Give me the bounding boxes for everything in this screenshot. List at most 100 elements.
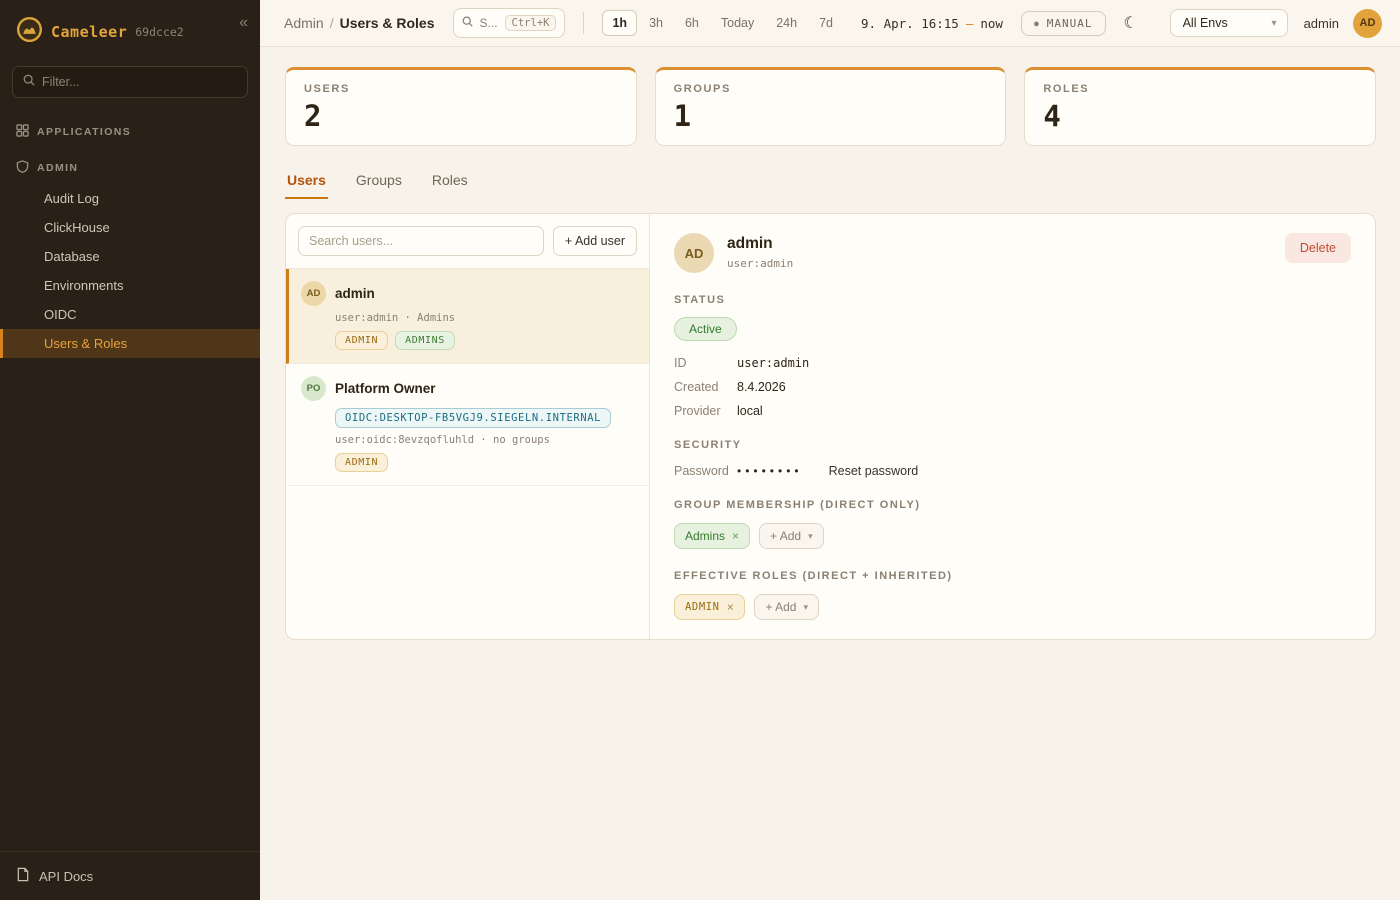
group-chips: Admins × + Add ▾ [674, 523, 1351, 549]
page-content: USERS 2 GROUPS 1 ROLES 4 Users Groups Ro… [260, 47, 1400, 640]
time-range-bar: 1h 3h 6h Today 24h 7d [602, 10, 843, 36]
section-label: ADMIN [37, 162, 78, 174]
detail-user-name: admin [727, 235, 793, 253]
role-badge: ADMIN [335, 331, 388, 350]
field-value-created: 8.4.2026 [737, 380, 1351, 394]
remove-icon[interactable]: × [727, 600, 735, 614]
range-6h[interactable]: 6h [675, 10, 709, 36]
moon-icon: ☾ [1124, 15, 1138, 32]
breadcrumb-current: Users & Roles [340, 15, 435, 31]
chevron-down-icon: ▾ [808, 531, 813, 542]
stat-value: 1 [674, 99, 988, 133]
oidc-issuer-badge: OIDC:DESKTOP-FB5VGJ9.SIEGELN.INTERNAL [335, 408, 611, 428]
range-3h[interactable]: 3h [639, 10, 673, 36]
search-icon [462, 14, 473, 32]
grid-icon [16, 124, 29, 140]
detail-user-id: user:admin [727, 257, 793, 270]
role-chip-admin: ADMIN × [674, 594, 745, 620]
user-name: Platform Owner [335, 381, 436, 396]
user-meta: user:admin · Admins [335, 312, 635, 324]
users-panel: + Add user AD admin user:admin · Admins … [285, 213, 1376, 640]
api-docs-link[interactable]: API Docs [0, 851, 260, 900]
breadcrumb: Admin / Users & Roles [284, 15, 435, 31]
stat-cards: USERS 2 GROUPS 1 ROLES 4 [285, 67, 1376, 146]
collapse-sidebar-icon[interactable]: « [239, 14, 248, 32]
sidebar-item-environments[interactable]: Environments [0, 271, 260, 300]
add-group-button[interactable]: + Add ▾ [759, 523, 824, 549]
global-search[interactable]: S... Ctrl+K [453, 8, 566, 38]
stat-label: GROUPS [674, 83, 988, 95]
breadcrumb-separator: / [330, 15, 334, 31]
stat-value: 4 [1043, 99, 1357, 133]
detail-header: AD admin user:admin Delete [674, 233, 1351, 273]
group-badge: ADMINS [395, 331, 455, 350]
role-badge: ADMIN [335, 453, 388, 472]
range-24h[interactable]: 24h [766, 10, 807, 36]
user-list-item-platform-owner[interactable]: PO Platform Owner OIDC:DESKTOP-FB5VGJ9.S… [286, 364, 649, 486]
add-user-button[interactable]: + Add user [553, 226, 637, 256]
sidebar-filter-input[interactable] [42, 75, 237, 89]
avatar: AD [301, 281, 326, 306]
add-role-button[interactable]: + Add ▾ [754, 594, 819, 620]
stat-card-roles: ROLES 4 [1024, 67, 1376, 146]
search-users-input[interactable] [298, 226, 544, 256]
tab-roles[interactable]: Roles [430, 166, 470, 199]
sidebar-section-admin[interactable]: ADMIN [0, 148, 260, 184]
dark-mode-toggle[interactable]: ☾ [1116, 9, 1146, 37]
user-badges: ADMIN ADMINS [335, 331, 635, 350]
field-label: Created [674, 380, 737, 394]
app-root: Cameleer 69dcce2 « APPLICATIONS [0, 0, 1400, 900]
user-list-column: + Add user AD admin user:admin · Admins … [286, 214, 650, 639]
section-group-membership: GROUP MEMBERSHIP (DIRECT ONLY) [674, 499, 1351, 511]
password-row: Password •••••••• Reset password [674, 464, 1351, 478]
remove-icon[interactable]: × [732, 529, 739, 543]
user-meta: user:oidc:8evzqofluhld · no groups [335, 434, 635, 446]
environment-select[interactable]: All Envs ▾ [1170, 9, 1288, 37]
range-7d[interactable]: 7d [809, 10, 843, 36]
reset-password-link[interactable]: Reset password [829, 464, 919, 478]
sidebar-section-applications[interactable]: APPLICATIONS [0, 112, 260, 148]
breadcrumb-admin[interactable]: Admin [284, 15, 324, 31]
user-badges: ADMIN [335, 453, 635, 472]
field-value-id: user:admin [737, 356, 1351, 370]
user-list-item-admin[interactable]: AD admin user:admin · Admins ADMIN ADMIN… [286, 269, 649, 364]
section-status: STATUS [674, 294, 1351, 306]
time-display[interactable]: 9. Apr. 16:15 — now [861, 16, 1003, 31]
field-label: ID [674, 356, 737, 370]
chevron-down-icon: ▾ [803, 602, 808, 613]
sidebar-item-clickhouse[interactable]: ClickHouse [0, 213, 260, 242]
stat-label: USERS [304, 83, 618, 95]
sidebar-item-database[interactable]: Database [0, 242, 260, 271]
range-today[interactable]: Today [711, 10, 764, 36]
role-chips: ADMIN × + Add ▾ [674, 594, 1351, 620]
sidebar-item-oidc[interactable]: OIDC [0, 300, 260, 329]
range-1h[interactable]: 1h [602, 10, 637, 36]
sidebar-filter[interactable] [12, 66, 248, 98]
search-icon [23, 73, 35, 91]
current-user-name: admin [1304, 16, 1339, 31]
sidebar-item-users-roles[interactable]: Users & Roles [0, 329, 260, 358]
tab-users[interactable]: Users [285, 166, 328, 199]
refresh-mode-button[interactable]: ● MANUAL [1021, 11, 1106, 36]
document-icon [16, 867, 30, 885]
section-effective-roles: EFFECTIVE ROLES (DIRECT + INHERITED) [674, 570, 1351, 582]
group-chip-admins: Admins × [674, 523, 750, 549]
user-avatar[interactable]: AD [1353, 9, 1382, 38]
field-value-provider: local [737, 404, 1351, 418]
sidebar-item-audit-log[interactable]: Audit Log [0, 184, 260, 213]
shield-icon [16, 160, 29, 176]
field-label: Provider [674, 404, 737, 418]
sidebar: Cameleer 69dcce2 « APPLICATIONS [0, 0, 260, 900]
status-dot-icon: ● [1034, 19, 1040, 28]
password-mask: •••••••• [737, 464, 803, 478]
tab-groups[interactable]: Groups [354, 166, 404, 199]
time-to: now [980, 16, 1003, 31]
search-shortcut-badge: Ctrl+K [505, 15, 557, 31]
delete-user-button[interactable]: Delete [1285, 233, 1351, 263]
stat-value: 2 [304, 99, 618, 133]
password-label: Password [674, 464, 737, 478]
time-separator: — [966, 16, 974, 31]
stat-card-groups: GROUPS 1 [655, 67, 1007, 146]
brand-logo-camel-icon [16, 16, 43, 48]
status-badge: Active [674, 317, 737, 341]
